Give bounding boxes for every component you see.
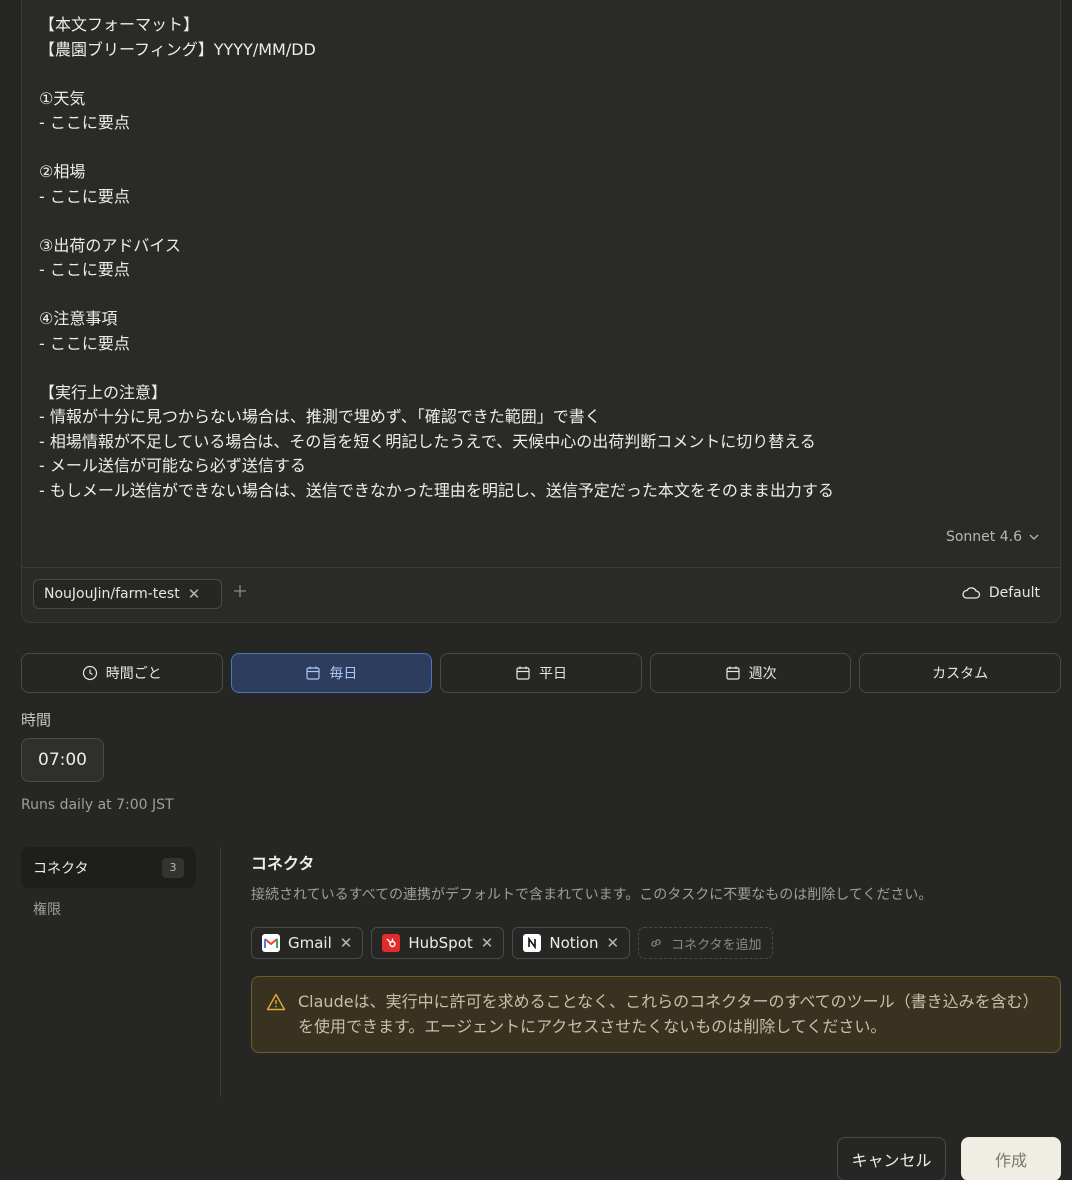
calendar-icon [306, 666, 320, 680]
add-connector-label: コネクタを追加 [671, 937, 762, 953]
plus-icon [234, 585, 246, 597]
add-repo-button[interactable] [232, 581, 248, 605]
sidebar-item-label: 権限 [33, 901, 61, 918]
calendar-icon [516, 666, 530, 680]
frequency-weekdays-label: 平日 [538, 666, 567, 682]
frequency-daily-button[interactable]: 毎日 [230, 653, 433, 693]
hubspot-icon [382, 934, 401, 952]
sidebar-item-connectors[interactable]: コネクタ 3 [21, 847, 196, 888]
model-label: Sonnet 4.6 [945, 529, 1022, 545]
cancel-button[interactable]: キャンセル [837, 1137, 946, 1180]
connector-warning: Claudeは、実行中に許可を求めることなく、これらのコネクターのすべてのツール… [251, 976, 1061, 1053]
cloud-icon [962, 587, 980, 599]
frequency-daily-label: 毎日 [329, 666, 358, 682]
environment-label: Default [988, 585, 1040, 601]
connectors-title: コネクタ [251, 854, 315, 873]
frequency-hourly-button[interactable]: 時間ごと [21, 653, 223, 693]
close-icon[interactable]: ✕ [606, 934, 619, 952]
connector-label: HubSpot [408, 934, 473, 952]
connector-chip-hubspot[interactable]: HubSpot ✕ [371, 927, 505, 959]
frequency-weekdays-button[interactable]: 平日 [440, 653, 642, 693]
close-icon[interactable]: ✕ [481, 934, 494, 952]
close-icon[interactable]: ✕ [340, 934, 353, 952]
schedule-summary: Runs daily at 7:00 JST [21, 797, 174, 813]
repo-label: NouJouJin/farm-test [44, 586, 180, 602]
vertical-divider [220, 847, 221, 1097]
notion-icon [523, 934, 542, 952]
time-input[interactable]: 07:00 [21, 738, 104, 782]
sidebar-item-permissions[interactable]: 権限 [21, 888, 196, 929]
frequency-hourly-label: 時間ごと [105, 666, 162, 682]
link-icon [651, 939, 661, 947]
settings-sidebar: コネクタ 3 権限 [21, 847, 196, 929]
close-icon[interactable]: ✕ [188, 585, 201, 603]
card-divider [22, 567, 1060, 568]
calendar-icon [725, 666, 740, 680]
chevron-down-icon [1029, 534, 1039, 540]
frequency-weekly-label: 週次 [748, 666, 777, 682]
connector-list: Gmail ✕ HubSpot ✕ Notion ✕ コネクタを追加 [251, 927, 773, 959]
environment-selector[interactable]: Default [961, 585, 1040, 601]
repo-chip[interactable]: NouJouJin/farm-test ✕ [33, 579, 222, 609]
connector-chip-gmail[interactable]: Gmail ✕ [251, 927, 364, 959]
frequency-tabs: 時間ごと 毎日 平日 週次 カスタム [21, 653, 1061, 693]
connector-chip-notion[interactable]: Notion ✕ [512, 927, 631, 959]
prompt-card: 【本文フォーマット】 【農園ブリーフィング】YYYY/MM/DD ①天気 - こ… [21, 0, 1061, 623]
connector-label: Gmail [288, 934, 332, 952]
time-label: 時間 [21, 711, 52, 729]
frequency-custom-button[interactable]: カスタム [859, 653, 1061, 693]
connector-label: Notion [549, 934, 599, 952]
frequency-weekly-button[interactable]: 週次 [649, 653, 852, 693]
create-button[interactable]: 作成 [961, 1137, 1061, 1180]
frequency-custom-label: カスタム [932, 666, 989, 682]
prompt-textarea[interactable]: 【本文フォーマット】 【農園ブリーフィング】YYYY/MM/DD ①天気 - こ… [39, 13, 1039, 503]
connectors-description: 接続されているすべての連携がデフォルトで含まれています。このタスクに不要なものは… [251, 887, 933, 903]
model-selector[interactable]: Sonnet 4.6 [946, 529, 1040, 545]
gmail-icon [262, 934, 280, 952]
warning-icon [266, 993, 286, 1011]
add-connector-button[interactable]: コネクタを追加 [638, 927, 773, 959]
sidebar-item-label: コネクタ [33, 860, 89, 877]
warning-text: Claudeは、実行中に許可を求めることなく、これらのコネクターのすべてのツール… [298, 992, 1039, 1036]
count-badge: 3 [162, 857, 184, 878]
clock-icon [82, 665, 97, 681]
